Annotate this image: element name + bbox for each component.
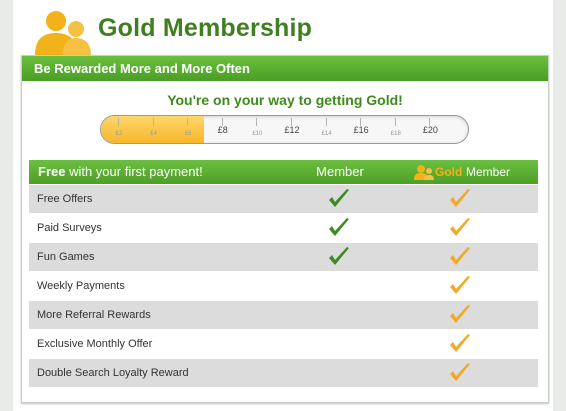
feature-label: Fun Games [37, 251, 95, 263]
progress-tick: £16 [346, 116, 376, 143]
tick-mark [256, 118, 258, 126]
gold-word: Gold [435, 165, 463, 179]
progress-tick: £14 [312, 116, 342, 143]
tick-label: £16 [353, 125, 369, 135]
progress-heading: You're on your way to getting Gold! [167, 92, 403, 108]
table-row: Free Offers [29, 185, 538, 213]
tick-label: £6 [184, 131, 192, 137]
page-header: Gold Membership [13, 0, 553, 55]
feature-label: Weekly Payments [37, 280, 125, 292]
gold-members-icon [414, 165, 434, 180]
tick-mark [325, 118, 327, 126]
progress-tick: £20 [415, 116, 445, 143]
comparison-rows: Free Offers Paid Surveys Fun Games Weekly P… [29, 185, 538, 388]
tick-label: £4 [150, 131, 157, 137]
tick-label: £10 [252, 131, 263, 137]
gold-check-icon [448, 333, 472, 355]
progress-tick: £18 [381, 116, 411, 143]
member-check-icon [327, 188, 351, 210]
table-row: Exclusive Monthly Offer [29, 330, 538, 358]
member-check-icon [327, 217, 351, 239]
tick-label: £2 [115, 131, 123, 137]
gold-check-icon [448, 246, 472, 268]
tick-mark [187, 118, 189, 126]
page-title: Gold Membership [98, 14, 313, 42]
gold-member-column-header: Gold Member [413, 163, 513, 181]
table-row: Fun Games [29, 243, 538, 271]
tick-label: £18 [390, 131, 401, 137]
progress-tick: £8 [208, 116, 238, 143]
tick-label: £14 [321, 131, 332, 137]
progress-tick: £10 [242, 116, 272, 143]
table-row: Paid Surveys [29, 214, 538, 242]
membership-page: Gold Membership Be Rewarded More and Mor… [13, 0, 553, 411]
gold-member-word: Member [466, 165, 511, 179]
panel-title: Be Rewarded More and More Often [22, 56, 548, 81]
feature-label: Exclusive Monthly Offer [37, 338, 153, 350]
free-header: Free with your first payment! [38, 160, 203, 184]
table-row: Double Search Loyalty Reward [29, 359, 538, 387]
progress-tick: £6 [173, 116, 203, 143]
tick-label: £12 [284, 125, 300, 135]
gold-check-icon [448, 275, 472, 297]
comparison-table-header: Free with your first payment! Member Gol… [29, 160, 538, 184]
progress-tick: £12 [277, 116, 307, 143]
feature-label: More Referral Rewards [37, 309, 151, 321]
gold-check-icon [448, 217, 472, 239]
tick-label: £20 [422, 125, 438, 135]
member-check-icon [327, 246, 351, 268]
tick-mark [118, 118, 119, 126]
free-header-bold: Free [38, 164, 66, 179]
feature-label: Double Search Loyalty Reward [37, 367, 189, 379]
gold-check-icon [448, 304, 472, 326]
tick-mark [152, 118, 154, 126]
gold-panel: Be Rewarded More and More Often You're o… [21, 55, 549, 403]
free-header-rest: with your first payment! [65, 164, 203, 179]
gold-check-icon [448, 362, 472, 384]
members-group-icon [35, 11, 91, 55]
table-row: More Referral Rewards [29, 301, 538, 329]
gold-progress-bar: £2 £4 £6 £8 £10 £12 £14 £16 £18 £20 [100, 115, 469, 144]
gold-check-icon [448, 188, 472, 210]
member-column-header: Member [316, 164, 364, 179]
tick-mark [394, 118, 396, 126]
progress-tick: £4 [139, 116, 169, 143]
feature-label: Paid Surveys [37, 222, 102, 234]
table-row: Weekly Payments [29, 272, 538, 300]
feature-label: Free Offers [37, 193, 93, 205]
progress-tick: £2 [104, 116, 134, 143]
tick-label: £8 [217, 125, 228, 135]
